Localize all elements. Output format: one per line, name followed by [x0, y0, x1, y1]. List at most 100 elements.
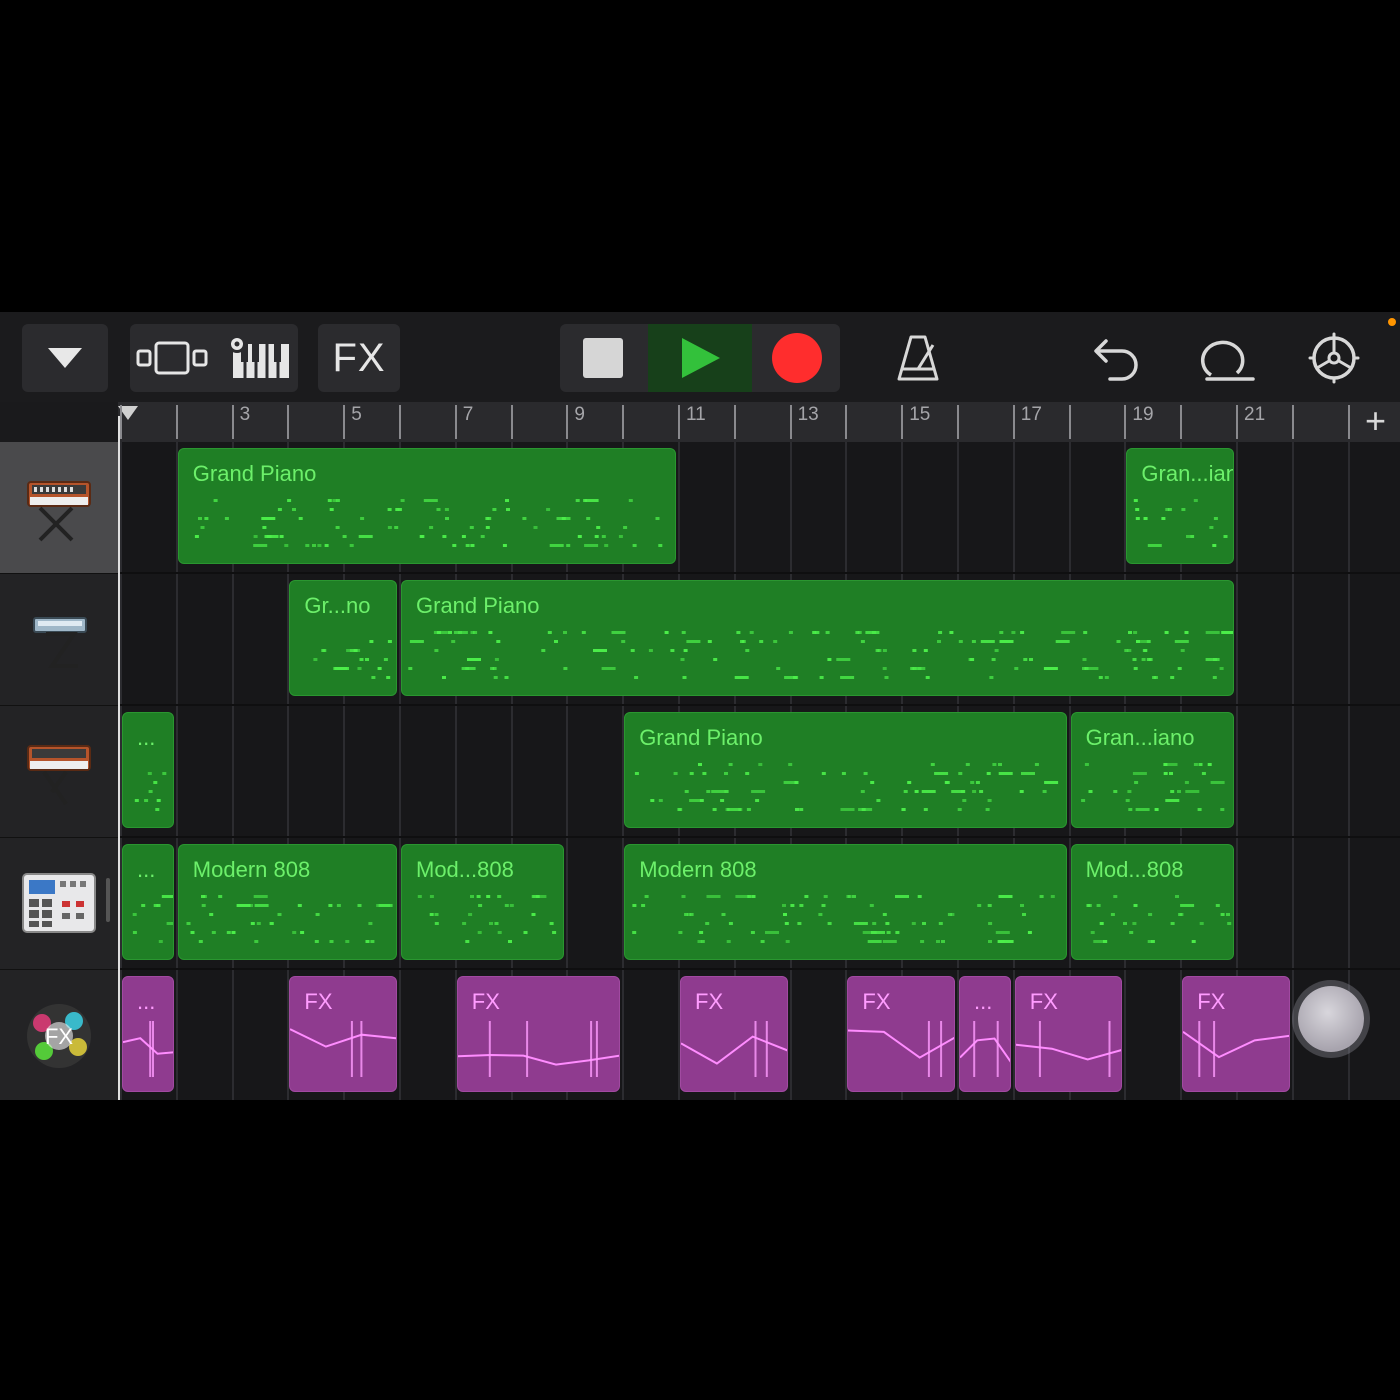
loop-browser-button[interactable]	[1192, 324, 1260, 392]
note-mark	[581, 631, 586, 634]
region-label: Mod...808	[416, 857, 514, 882]
note-mark	[1023, 658, 1028, 661]
instrument-controls-button[interactable]	[218, 324, 298, 392]
add-section-button[interactable]: +	[1365, 400, 1386, 442]
metronome-button[interactable]	[884, 324, 952, 392]
track-header-5[interactable]: FX	[0, 970, 118, 1100]
note-mark	[840, 808, 855, 811]
note-mark	[1035, 763, 1040, 766]
track-header-3[interactable]	[0, 706, 118, 838]
note-mark	[314, 940, 319, 943]
note-mark	[1080, 799, 1085, 802]
midi-region[interactable]: Grand Piano	[624, 712, 1067, 828]
timeline-ruler[interactable]: 3 5 7 9 11 13 15 17 19 21 +	[118, 400, 1400, 442]
note-mark	[387, 508, 392, 511]
note-mark	[1133, 781, 1138, 784]
note-mark	[442, 535, 447, 538]
midi-region[interactable]: ...	[122, 712, 174, 828]
fx-region[interactable]: ...	[122, 976, 174, 1092]
note-mark	[496, 640, 501, 643]
note-mark	[804, 895, 809, 898]
note-mark	[436, 508, 441, 511]
record-button[interactable]	[754, 324, 840, 392]
midi-region[interactable]: Gran...iano	[1126, 448, 1234, 564]
stop-icon	[583, 338, 623, 378]
note-mark	[1136, 640, 1140, 643]
fx-region[interactable]: ...	[959, 976, 1011, 1092]
undo-button[interactable]	[1086, 324, 1148, 392]
ruler-tick	[287, 405, 290, 439]
play-button[interactable]	[648, 324, 752, 392]
note-mark	[419, 535, 424, 538]
note-mark	[648, 649, 653, 652]
midi-region[interactable]: Mod...808	[1070, 844, 1234, 960]
fx-region[interactable]: FX	[680, 976, 788, 1092]
fx-region[interactable]: FX	[289, 976, 397, 1092]
midi-region[interactable]: Mod...808	[401, 844, 565, 960]
browser-view-button[interactable]	[130, 324, 214, 392]
note-mark	[269, 922, 274, 925]
note-mark	[442, 676, 446, 679]
note-mark	[1186, 535, 1191, 538]
ruler-tick	[566, 405, 569, 439]
fx-region[interactable]: FX	[456, 976, 621, 1092]
midi-region[interactable]: Modern 808	[177, 844, 397, 960]
automation-mark	[754, 1021, 757, 1077]
note-mark	[1148, 658, 1153, 661]
midi-region[interactable]: Grand Piano	[177, 448, 676, 564]
tracks-area[interactable]: Grand Piano Gran...iano Gr...no Grand Piano…	[120, 442, 1400, 1100]
midi-region[interactable]: Gr...no	[289, 580, 397, 696]
track-header-4[interactable]	[0, 838, 118, 970]
automation-curve	[960, 1037, 1010, 1063]
my-songs-button[interactable]	[22, 324, 108, 392]
midi-region[interactable]: ...	[122, 844, 174, 960]
note-mark	[1050, 895, 1055, 898]
midi-region[interactable]: Grand Piano	[401, 580, 1234, 696]
note-mark	[1201, 772, 1206, 775]
fx-region[interactable]: FX	[1182, 976, 1290, 1092]
header-resize-handle[interactable]	[106, 878, 110, 922]
note-mark	[882, 649, 887, 652]
track-header-1[interactable]	[0, 442, 118, 574]
fx-button[interactable]: FX	[318, 324, 400, 392]
note-mark	[254, 904, 269, 907]
note-mark	[877, 649, 882, 652]
note-mark	[565, 544, 570, 547]
note-mark	[353, 649, 358, 652]
bar-number: 7	[462, 404, 474, 425]
note-mark	[217, 895, 222, 898]
stop-button[interactable]	[560, 324, 646, 392]
note-mark	[910, 667, 914, 670]
note-mark	[1122, 922, 1127, 925]
region-label: FX	[304, 989, 333, 1014]
midi-region[interactable]: Gran...iano	[1070, 712, 1234, 828]
note-mark	[291, 508, 296, 511]
note-mark	[134, 799, 139, 802]
settings-button[interactable]	[1300, 324, 1368, 392]
note-mark	[261, 517, 276, 520]
fx-region[interactable]: FX	[847, 976, 955, 1092]
note-mark	[725, 808, 730, 811]
note-mark	[1029, 658, 1033, 661]
note-mark	[313, 658, 318, 661]
note-mark	[556, 517, 571, 520]
note-mark	[611, 631, 626, 634]
midi-region[interactable]: Modern 808	[624, 844, 1067, 960]
fx-region[interactable]: FX	[1014, 976, 1123, 1092]
note-mark	[584, 499, 599, 502]
note-mark	[387, 526, 392, 529]
note-mark	[788, 631, 793, 634]
note-mark	[1019, 790, 1024, 793]
bar-number: 13	[797, 404, 819, 425]
note-mark	[1177, 667, 1182, 670]
ruler-tick	[1291, 405, 1294, 439]
automation-mark	[996, 1021, 999, 1077]
note-mark	[197, 517, 202, 520]
note-mark	[1136, 517, 1141, 520]
drum-machine-icon	[22, 872, 96, 933]
note-mark	[277, 508, 282, 511]
assistive-touch-button[interactable]	[1298, 986, 1364, 1052]
note-mark	[680, 658, 685, 661]
track-header-2[interactable]	[0, 574, 118, 706]
note-mark	[370, 940, 375, 943]
